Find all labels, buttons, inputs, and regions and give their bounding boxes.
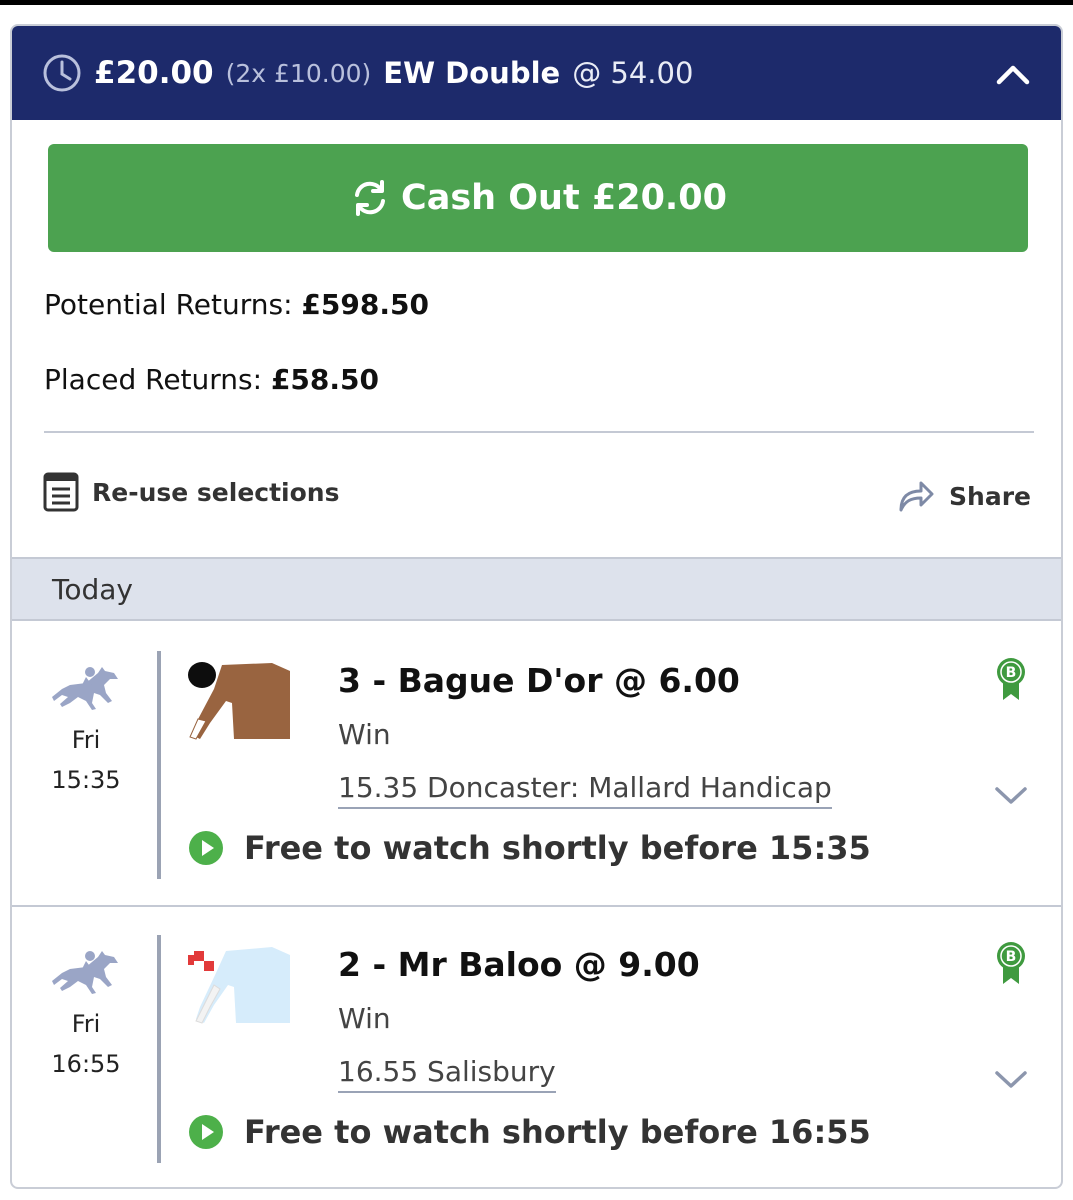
potential-returns-label: Potential Returns:: [44, 288, 302, 321]
bet-header[interactable]: £20.00 (2x £10.00) EW Double @ 54.00: [12, 26, 1061, 120]
timeline-line: [157, 651, 161, 879]
selection-row[interactable]: Fri 16:55 2 - Mr Baloo @ 9.00 Win 16.55 …: [12, 907, 1061, 1187]
play-icon: [189, 1115, 223, 1149]
selection-market: Win: [338, 718, 391, 751]
placed-returns-label: Placed Returns:: [44, 363, 271, 396]
reuse-selections-label: Re-use selections: [92, 477, 340, 507]
watch-live-link[interactable]: Free to watch shortly before 16:55: [188, 1113, 871, 1151]
watch-live-link[interactable]: Free to watch shortly before 15:35: [188, 829, 871, 867]
race-day: Fri: [71, 726, 101, 754]
share-arrow-icon: [899, 481, 934, 512]
divider: [44, 431, 1034, 433]
bet-split: (2x £10.00): [225, 58, 372, 88]
section-header-today: Today: [12, 557, 1061, 621]
race-time: 15:35: [51, 766, 121, 794]
cash-out-label: Cash Out £20.00: [401, 178, 727, 218]
share-label: Share: [949, 481, 1031, 511]
potential-returns: Potential Returns: £598.50: [44, 288, 429, 321]
event-link[interactable]: 15.35 Doncaster: Mallard Handicap: [338, 771, 832, 809]
chevron-down-icon[interactable]: [993, 1067, 1029, 1091]
placed-returns-value: £58.50: [270, 363, 380, 396]
play-icon: [189, 831, 223, 865]
horse-racing-icon: [52, 667, 118, 710]
potential-returns-value: £598.50: [301, 288, 429, 321]
jockey-silks-icon: [188, 947, 290, 1024]
share-button[interactable]: Share: [897, 478, 1031, 514]
watch-label: Free to watch shortly before 15:35: [244, 829, 871, 867]
clock-icon: [43, 54, 81, 92]
reuse-selections-button[interactable]: Re-use selections: [42, 471, 339, 513]
boost-ribbon-icon: B: [997, 942, 1025, 984]
bet-odds: @ 54.00: [572, 56, 694, 90]
section-label: Today: [52, 572, 133, 606]
jockey-silks-icon: [188, 662, 290, 740]
selection-row[interactable]: Fri 15:35 3 - Bague D'or @ 6.00 Win 15.3…: [12, 623, 1061, 907]
chevron-up-icon[interactable]: [995, 56, 1031, 92]
horse-racing-icon: [52, 951, 118, 994]
badge-letter: B: [1006, 665, 1017, 681]
bet-type: EW Double: [383, 56, 561, 90]
race-time: 16:55: [51, 1050, 121, 1078]
boost-ribbon-icon: B: [997, 658, 1025, 700]
selection-title: 3 - Bague D'or @ 6.00: [338, 661, 740, 700]
top-border: [0, 0, 1073, 5]
refresh-icon: [355, 180, 386, 216]
watch-label: Free to watch shortly before 16:55: [244, 1113, 871, 1151]
race-day: Fri: [71, 1010, 101, 1038]
timeline-line: [157, 935, 161, 1163]
selection-market: Win: [338, 1002, 391, 1035]
bet-card: £20.00 (2x £10.00) EW Double @ 54.00 Cas…: [10, 24, 1063, 1189]
placed-returns: Placed Returns: £58.50: [44, 363, 379, 396]
list-icon: [43, 472, 79, 512]
chevron-down-icon[interactable]: [993, 783, 1029, 807]
selection-title: 2 - Mr Baloo @ 9.00: [338, 945, 700, 984]
bet-stake: £20.00: [94, 55, 214, 91]
badge-letter: B: [1006, 949, 1017, 965]
event-link[interactable]: 16.55 Salisbury: [338, 1055, 556, 1093]
cash-out-button[interactable]: Cash Out £20.00: [48, 144, 1028, 252]
